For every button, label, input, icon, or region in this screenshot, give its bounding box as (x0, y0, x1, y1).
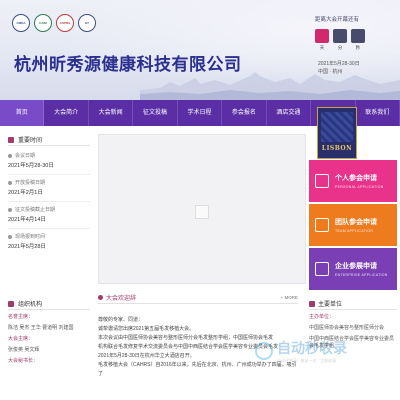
card-subtitle: ENTERPRISE APPLICATION (335, 273, 388, 277)
countdown-minutes: 分 (333, 29, 347, 51)
person-icon (315, 174, 329, 188)
nav-item-hotel[interactable]: 酒店交通 (267, 100, 312, 126)
association-logo-2: CAIM (34, 14, 52, 32)
azulejo-tile-graphic (321, 112, 353, 142)
nav-item-news[interactable]: 大会新闻 (89, 100, 134, 126)
more-link[interactable]: + MORE (281, 295, 298, 300)
card-title: 个人参会申请 (335, 175, 377, 182)
bullet-icon (8, 180, 12, 185)
welcome-paragraph: 诚挚邀请您出席2021第五届毛发移植大会。 (98, 326, 195, 332)
bullet-icon (8, 153, 12, 158)
countdown-days: 天 (315, 29, 329, 51)
nav-item-home[interactable]: 首页 (0, 100, 45, 126)
enterprise-icon (315, 262, 329, 276)
org-line: 陈洁 吴杰 王华 曹道明 刘建国 (8, 325, 74, 331)
welcome-header: 大会欢迎辞 + MORE (98, 292, 298, 304)
welcome-title: 大会欢迎辞 (106, 296, 137, 302)
important-dates-header: 重要时间 (8, 134, 90, 146)
nav-item-registration[interactable]: 参会报名 (222, 100, 267, 126)
organization-panel: 组织机构 名誉主席： 陈洁 吴杰 王华 曹道明 刘建国 大会主席： 张俊英 吴文… (8, 298, 90, 365)
team-application-button[interactable]: 团队参会申请 TEAM APPLICATION (309, 204, 397, 246)
card-title: 团队参会申请 (335, 219, 377, 226)
site-title: 杭州昕秀源健康科技有限公司 (14, 55, 242, 74)
host-line: 中国医师协会美容与整形医师分会 (309, 325, 385, 331)
team-icon (315, 218, 329, 232)
date-item: 会议日期 2021年5月28-30日 (8, 153, 54, 169)
organization-icon (8, 300, 14, 307)
header-info-date: 2021年5月28-30日 (318, 61, 360, 67)
card-subtitle: PERSONAL APPLICATION (335, 185, 384, 189)
image-placeholder-icon (195, 205, 209, 219)
org-line: 张俊英 吴文辉 (8, 347, 40, 353)
calendar-icon (8, 136, 14, 143)
bullet-icon (8, 234, 12, 239)
date-item: 征文投稿截止日期 2021年4月14日 (8, 207, 56, 223)
header-info-location: 中国 · 杭州 (318, 69, 343, 75)
personal-application-button[interactable]: 个人参会申请 PERSONAL APPLICATION (309, 160, 397, 202)
association-logo-1: CMDA (12, 14, 30, 32)
card-title: 企业参展申请 (335, 263, 377, 270)
date-item: 现场报到时间 2021年5月28日 (8, 234, 46, 250)
org-line: 大会秘书长： (8, 358, 39, 364)
important-dates-panel: 重要时间 会议日期 2021年5月28-30日 开放投稿日期 2021年2月1日… (8, 134, 90, 255)
speaker-icon (98, 295, 103, 300)
lisbon-image[interactable]: LISBON (317, 107, 357, 159)
divider (8, 228, 90, 229)
watermark-subtext: 自动化收录 · 来访一次 · 立即收录 (277, 358, 337, 363)
welcome-paragraph: 尊敬的专家、同道： (98, 317, 144, 323)
org-line: 名誉主席： (8, 314, 34, 320)
host-line: 主办单位： (309, 314, 335, 320)
countdown-label: 距离大会开幕还有 (315, 17, 360, 23)
card-subtitle: TEAM APPLICATION (335, 229, 374, 233)
nav-item-contact[interactable]: 联系我们 (356, 100, 400, 126)
lisbon-label: LISBON (321, 145, 353, 152)
watermark-logo-icon (255, 342, 273, 360)
organization-title: 组织机构 (18, 302, 43, 308)
host-line: 中国中西医结合学会医学美容专业委员会毛发学组 (309, 336, 395, 349)
nav-item-schedule[interactable]: 学术日程 (178, 100, 223, 126)
important-dates-title: 重要时间 (18, 138, 43, 144)
nav-item-intro[interactable]: 大会简介 (44, 100, 89, 126)
association-logo-4: HT (78, 14, 96, 32)
enterprise-application-button[interactable]: 企业参展申请 ENTERPRISE APPLICATION (309, 248, 397, 290)
association-logo-3: CSPRS (56, 14, 74, 32)
host-units-title: 主要单位 (318, 302, 343, 308)
header-banner: CMDA CAIM CSPRS HT 杭州昕秀源健康科技有限公司 距离大会开幕还… (0, 0, 400, 100)
countdown-seconds: 秒 (351, 29, 365, 51)
organization-header: 组织机构 (8, 298, 90, 310)
org-line: 大会主席： (8, 336, 34, 342)
date-item: 开放投稿日期 2021年2月1日 (8, 180, 46, 196)
host-units-panel: 主要单位 主办单位： 中国医师协会美容与整形医师分会 中国中西医结合学会医学美容… (309, 298, 397, 350)
center-banner-image[interactable] (98, 134, 306, 284)
countdown-widget: 距离大会开幕还有 天 分 秒 (315, 15, 395, 51)
divider (8, 174, 90, 175)
logo-group: CMDA CAIM CSPRS HT (12, 14, 96, 32)
header-info: 2021年5月28-30日 中国 · 杭州 (318, 60, 360, 76)
divider (8, 201, 90, 202)
host-units-header: 主要单位 (309, 298, 397, 310)
host-icon (309, 300, 315, 307)
nav-item-submission[interactable]: 征文投稿 (133, 100, 178, 126)
bullet-icon (8, 207, 12, 212)
